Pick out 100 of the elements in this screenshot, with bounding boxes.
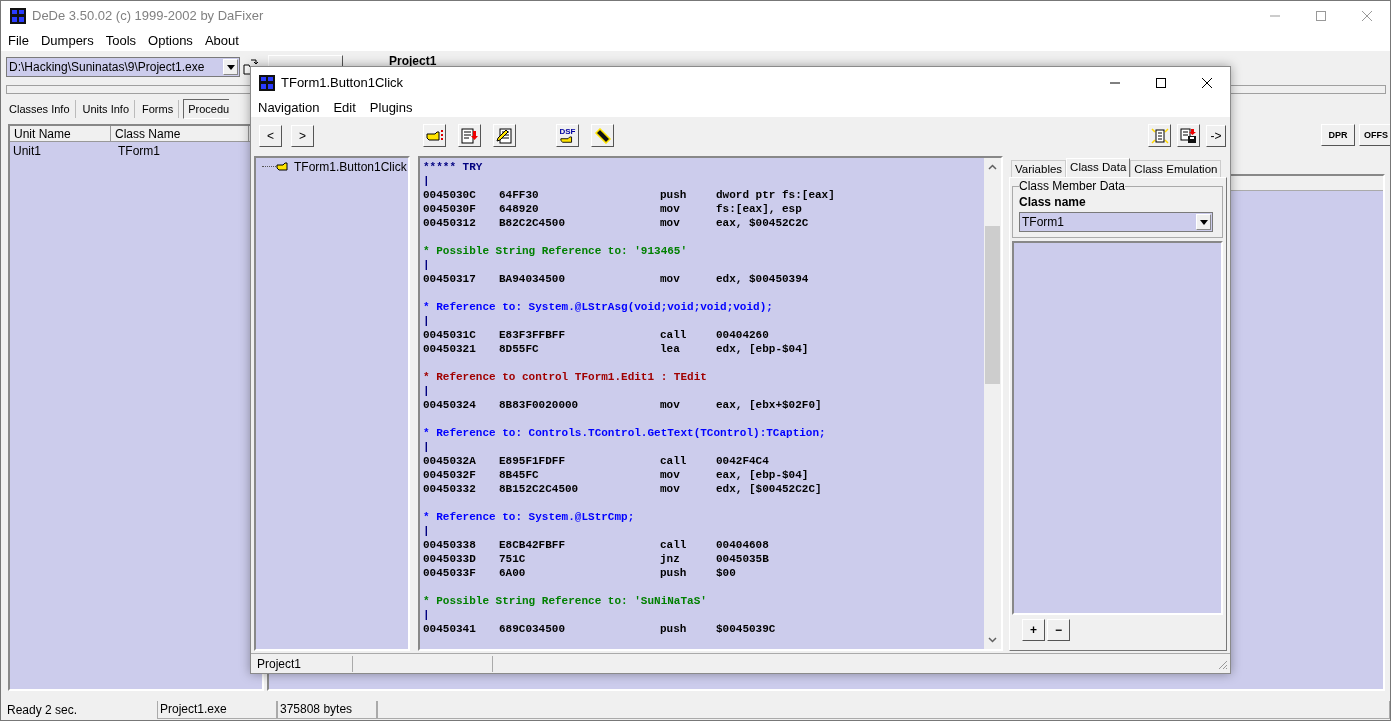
menu-item[interactable]: Navigation [251,100,327,115]
code-operand: dword ptr fs:[eax] [716,189,835,201]
code-bytes: 648920 [499,203,540,215]
code-operand: eax, [ebx+$02F0] [716,399,822,411]
tab[interactable]: Variables [1011,160,1067,177]
code-marker: | [423,175,430,187]
app-icon [10,7,26,24]
code-comment: * Reference to control TForm1.Edit1 : TEdit [423,371,707,383]
code-address: 00450338 [423,539,477,551]
code-bytes: E8CB42FBFF [499,539,566,551]
menu-item[interactable]: Edit [326,100,363,115]
code-bytes: 64FF30 [499,189,540,201]
code-address: 0045032F [423,469,477,481]
arrow-button[interactable]: -> [1206,124,1226,147]
code-operand: 00404260 [716,329,769,341]
menu-item[interactable]: Dumpers [34,33,100,48]
status-text: 375808 bytes [277,700,377,719]
document-floppy-icon[interactable] [1177,124,1200,147]
chip-icon[interactable] [591,124,614,147]
menu-item[interactable]: File [2,33,35,48]
code-mnemonic: push [660,623,688,635]
code-operand: eax, $00452C2C [716,217,809,229]
code-comment: ***** TRY [423,161,483,173]
window-title: TForm1.Button1Click [281,75,404,90]
code-bytes: 8B45FC [499,469,540,481]
tab[interactable]: Units Info [77,99,135,118]
code-mnemonic: call [660,329,688,341]
path-combobox[interactable]: D:\Hacking\Suninatas\9\Project1.exe [6,57,240,77]
toolbar-button[interactable]: OFFS [1359,124,1390,146]
code-comment: * Reference to: System.@LStrCmp; [423,511,635,523]
menu-item[interactable]: About [198,33,245,48]
code-mnemonic: push [660,567,688,579]
tab[interactable]: Classes Info [4,99,76,118]
code-comment: * Possible String Reference to: '913465' [423,245,688,257]
hand-icon [276,160,290,173]
code-bytes: E895F1FDFF [499,455,566,467]
code-bytes: 8D55FC [499,343,540,355]
code-mnemonic: mov [660,217,681,229]
status-text: Project1 [251,655,353,672]
tab[interactable]: Class Data [1066,158,1131,177]
menu-item[interactable]: Plugins [362,100,420,115]
code-address: 00450321 [423,343,477,355]
code-comment: * Possible String Reference to: 'SuNiNaTaS' [423,595,707,607]
code-bytes: 6A00 [499,567,527,579]
code-bytes: 689C034500 [499,623,566,635]
scrollbar[interactable] [984,158,1001,649]
table-cell-text: Unit1 [12,144,42,158]
code-mnemonic: jnz [660,553,681,565]
list-button[interactable]: − [1047,619,1070,641]
document-sparkle-icon[interactable] [1148,124,1171,147]
scroll-up-icon[interactable] [988,164,997,170]
window-title: DeDe 3.50.02 (c) 1999-2002 by DaFixer [32,8,264,23]
scroll-down-icon[interactable] [988,637,997,643]
close-icon[interactable] [1201,76,1213,89]
menu-item[interactable]: Options [142,33,199,48]
tab[interactable]: Forms [137,99,180,118]
dsf-hand-button[interactable]: DSF [556,124,579,147]
code-address: 00450341 [423,623,477,635]
code-mnemonic: mov [660,273,681,285]
code-address: 00450317 [423,273,477,285]
pointer-hand-icon[interactable] [423,124,446,147]
code-marker: | [423,525,430,537]
tree-item[interactable]: TForm1.Button1Click [294,159,407,174]
scrollbar-thumb[interactable] [985,226,1000,384]
document-pencil-icon[interactable] [493,124,516,147]
code-marker: | [423,609,430,621]
tab[interactable]: Procedu [183,98,230,119]
nav-button[interactable]: > [291,124,314,147]
code-bytes: 751C [499,553,527,565]
code-mnemonic: lea [660,343,681,355]
code-address: 0045030F [423,203,477,215]
nav-button[interactable]: < [259,124,282,147]
code-address: 0045030C [423,189,477,201]
toolbar-button[interactable]: DPR [1321,124,1355,146]
column-header[interactable]: Unit Name [10,126,111,142]
status-text: Ready 2 sec. [6,701,79,719]
code-mnemonic: call [660,455,688,467]
maximize-icon[interactable] [1155,76,1167,89]
code-operand: 0042F4C4 [716,455,769,467]
code-bytes: 8B152C2C4500 [499,483,580,495]
code-operand: eax, [ebp-$04] [716,469,809,481]
field-label: Class name [1019,195,1087,209]
code-operand: edx, $00450394 [716,273,809,285]
tab[interactable]: Class Emulation [1130,160,1222,177]
status-text: Project1.exe [157,700,277,719]
code-mnemonic: push [660,189,688,201]
code-address: 00450312 [423,217,477,229]
menu-item[interactable]: Tools [99,33,143,48]
code-comment: * Reference to: Controls.TControl.GetText(TControl):TCaption; [423,427,826,439]
list-button[interactable]: + [1022,619,1045,641]
code-address: 00450324 [423,399,477,411]
app-icon [259,74,275,91]
class-combobox[interactable]: TForm1 [1019,212,1213,232]
code-address: 0045032A [423,455,477,467]
column-header[interactable]: Class Name [111,126,249,142]
code-bytes: BA94034500 [499,273,566,285]
code-marker: | [423,441,430,453]
group-title: Class Member Data [1019,179,1126,193]
code-mnemonic: mov [660,203,681,215]
code-mnemonic: call [660,539,688,551]
